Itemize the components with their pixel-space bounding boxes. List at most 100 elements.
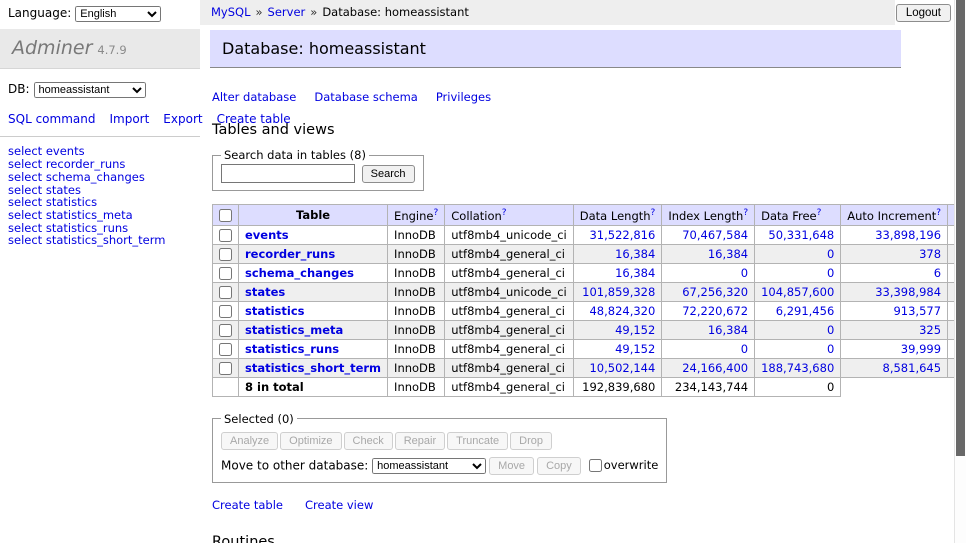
move-database-select[interactable]: homeassistant bbox=[372, 458, 486, 474]
select-all-checkbox[interactable] bbox=[219, 209, 232, 222]
link-database-schema[interactable]: Database schema bbox=[314, 90, 417, 104]
cell-auto-increment-link[interactable]: 913,577 bbox=[893, 304, 941, 318]
cell-engine: InnoDB bbox=[388, 320, 445, 339]
table-link-statistics-runs[interactable]: statistics_runs bbox=[245, 342, 339, 356]
cell-data-length-link[interactable]: 48,824,320 bbox=[589, 304, 655, 318]
cell-data-length-link[interactable]: 101,859,328 bbox=[582, 285, 655, 299]
cell-data-length-link[interactable]: 31,522,816 bbox=[589, 228, 655, 242]
row-checkbox[interactable] bbox=[219, 248, 232, 261]
cell-data-free-link[interactable]: 50,331,648 bbox=[768, 228, 834, 242]
cell-data-length-link[interactable]: 16,384 bbox=[615, 247, 655, 261]
row-checkbox[interactable] bbox=[219, 286, 232, 299]
cell-auto-increment-link[interactable]: 8,581,645 bbox=[883, 361, 942, 375]
sidebar-link-import[interactable]: Import bbox=[109, 112, 149, 126]
search-button[interactable]: Search bbox=[362, 165, 415, 183]
cell-data-length-link[interactable]: 10,502,144 bbox=[589, 361, 655, 375]
cell-auto-increment-link[interactable]: 378 bbox=[919, 247, 941, 261]
language-label: Language: bbox=[8, 6, 71, 20]
cell-index-length-link[interactable]: 16,384 bbox=[708, 247, 748, 261]
cell-data-length-link[interactable]: 16,384 bbox=[615, 266, 655, 280]
truncate-button[interactable]: Truncate bbox=[447, 432, 508, 450]
cell-auto-increment: 325 bbox=[841, 320, 948, 339]
cell-auto-increment-link[interactable]: 6 bbox=[934, 266, 941, 280]
cell-auto-increment: 33,398,984 bbox=[841, 282, 948, 301]
table-link-statistics[interactable]: statistics bbox=[245, 304, 305, 318]
column-help-link[interactable]: ? bbox=[651, 208, 656, 218]
cell-auto-increment-link[interactable]: 33,398,984 bbox=[875, 285, 941, 299]
header-checkbox-cell bbox=[213, 205, 239, 226]
cell-data-free: 6,291,456 bbox=[755, 301, 841, 320]
cell-index-length: 24,166,400 bbox=[662, 358, 755, 377]
cell-index-length-link[interactable]: 0 bbox=[741, 342, 748, 356]
column-help-link[interactable]: ? bbox=[433, 208, 438, 218]
table-link-schema-changes[interactable]: schema_changes bbox=[245, 266, 354, 280]
cell-engine: InnoDB bbox=[388, 358, 445, 377]
repair-button[interactable]: Repair bbox=[395, 432, 445, 450]
row-checkbox[interactable] bbox=[219, 343, 232, 356]
check-button[interactable]: Check bbox=[344, 432, 393, 450]
cell-collation: utf8mb4_general_ci bbox=[445, 301, 574, 320]
column-help-link[interactable]: ? bbox=[502, 208, 507, 218]
table-link-recorder-runs[interactable]: recorder_runs bbox=[245, 247, 335, 261]
move-button[interactable]: Move bbox=[489, 457, 534, 475]
table-link-events[interactable]: events bbox=[245, 228, 289, 242]
cell-auto-increment-link[interactable]: 33,898,196 bbox=[875, 228, 941, 242]
cell-index-length-link[interactable]: 16,384 bbox=[708, 323, 748, 337]
overwrite-checkbox[interactable] bbox=[589, 459, 602, 472]
sidebar-link-export[interactable]: Export bbox=[163, 112, 202, 126]
row-checkbox[interactable] bbox=[219, 305, 232, 318]
table-link-states[interactable]: states bbox=[245, 285, 285, 299]
row-checkbox[interactable] bbox=[219, 267, 232, 280]
adminer-app: Language:English Adminer4.7.9 DB:homeass… bbox=[0, 0, 966, 543]
selected-actions: AnalyzeOptimizeCheckRepairTruncateDrop bbox=[221, 432, 658, 450]
cell-data-length-link[interactable]: 49,152 bbox=[615, 342, 655, 356]
row-checkbox[interactable] bbox=[219, 229, 232, 242]
cell-index-length-link[interactable]: 67,256,320 bbox=[682, 285, 748, 299]
logout-button[interactable]: Logout bbox=[896, 4, 951, 22]
vertical-scrollbar[interactable] bbox=[954, 0, 966, 543]
cell-data-free-link[interactable]: 104,857,600 bbox=[761, 285, 834, 299]
cell-data-length: 16,384 bbox=[573, 263, 662, 282]
row-checkbox[interactable] bbox=[219, 362, 232, 375]
link-alter-database[interactable]: Alter database bbox=[212, 90, 296, 104]
cell-index-length-link[interactable]: 70,467,584 bbox=[682, 228, 748, 242]
link-privileges[interactable]: Privileges bbox=[436, 90, 491, 104]
cell-auto-increment-link[interactable]: 39,999 bbox=[901, 342, 941, 356]
row-checkbox-cell bbox=[213, 301, 239, 320]
cell-data-free-link[interactable]: 0 bbox=[827, 266, 834, 280]
analyze-button[interactable]: Analyze bbox=[221, 432, 278, 450]
row-checkbox[interactable] bbox=[219, 324, 232, 337]
cell-data-free-link[interactable]: 0 bbox=[827, 342, 834, 356]
cell-data-free-link[interactable]: 0 bbox=[827, 247, 834, 261]
cell-index-length-link[interactable]: 0 bbox=[741, 266, 748, 280]
breadcrumb: MySQL»Server»Database: homeassistant bbox=[200, 0, 895, 25]
cell-auto-increment-link[interactable]: 325 bbox=[919, 323, 941, 337]
cell-index-length-link[interactable]: 72,220,672 bbox=[682, 304, 748, 318]
row-checkbox-cell bbox=[213, 225, 239, 244]
cell-data-free-link[interactable]: 188,743,680 bbox=[761, 361, 834, 375]
breadcrumb-separator: » bbox=[256, 5, 263, 19]
db-select[interactable]: homeassistant bbox=[34, 82, 146, 98]
sidebar-link-sql-command[interactable]: SQL command bbox=[8, 112, 95, 126]
column-help-link[interactable]: ? bbox=[743, 208, 748, 218]
table-link-statistics-short-term[interactable]: statistics_short_term bbox=[245, 361, 381, 375]
breadcrumb-link-mysql[interactable]: MySQL bbox=[211, 5, 251, 19]
cell-data-length-link[interactable]: 49,152 bbox=[615, 323, 655, 337]
cell-index-length: 70,467,584 bbox=[662, 225, 755, 244]
copy-button[interactable]: Copy bbox=[537, 457, 581, 475]
cell-index-length-link[interactable]: 24,166,400 bbox=[682, 361, 748, 375]
link-create-view[interactable]: Create view bbox=[305, 498, 373, 512]
drop-button[interactable]: Drop bbox=[510, 432, 552, 450]
search-input[interactable] bbox=[221, 164, 355, 183]
language-select[interactable]: English bbox=[75, 6, 161, 22]
breadcrumb-link-server[interactable]: Server bbox=[268, 5, 306, 19]
table-link-statistics-meta[interactable]: statistics_meta bbox=[245, 323, 343, 337]
column-help-link[interactable]: ? bbox=[936, 208, 941, 218]
optimize-button[interactable]: Optimize bbox=[280, 432, 341, 450]
cell-data-free-link[interactable]: 6,291,456 bbox=[776, 304, 835, 318]
scrollbar-thumb[interactable] bbox=[956, 0, 965, 456]
cell-data-free-link[interactable]: 0 bbox=[827, 323, 834, 337]
column-help-link[interactable]: ? bbox=[817, 208, 822, 218]
link-create-table[interactable]: Create table bbox=[212, 498, 283, 512]
sidebar-item-select-statistics-short-term[interactable]: select statistics_short_term bbox=[8, 233, 165, 247]
